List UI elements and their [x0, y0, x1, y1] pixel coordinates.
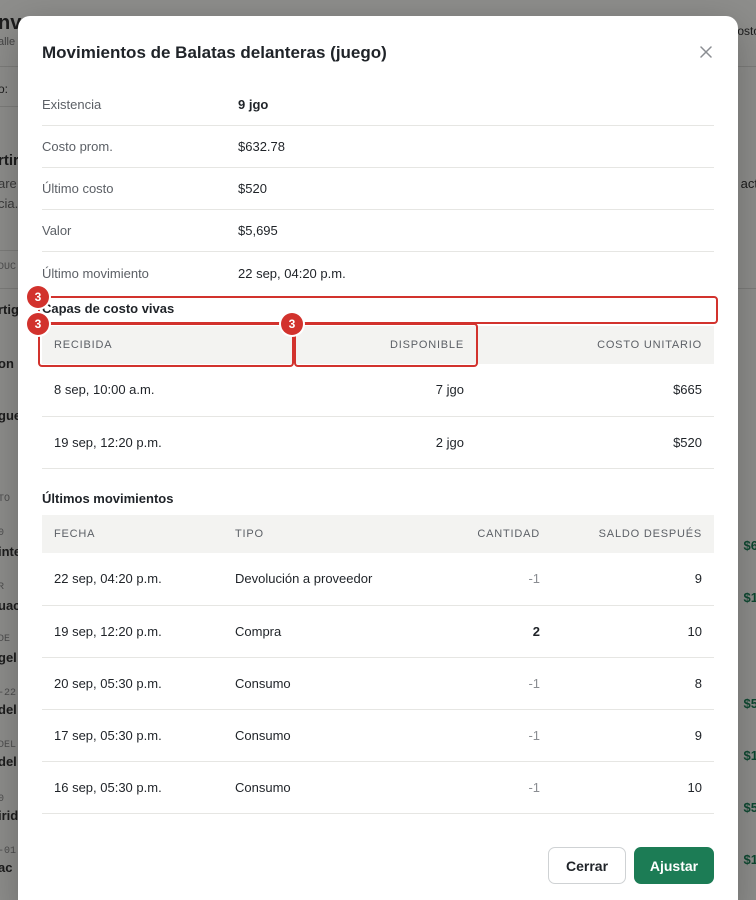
info-row-valor: Valor $5,695 [42, 210, 714, 252]
annotation-box [294, 323, 478, 367]
info-row-costo-prom: Costo prom. $632.78 [42, 126, 714, 168]
column-header-costo-unitario[interactable]: Costo unitario [476, 326, 714, 364]
movement-date: 22 sep, 04:20 p.m. [42, 553, 223, 606]
layer-available: 7 jgo [292, 364, 476, 417]
info-value: $520 [238, 181, 267, 196]
info-row-ultimo-movimiento: Último movimiento 22 sep, 04:20 p.m. [42, 252, 714, 294]
table-row: 16 sep, 05:30 p.m. Consumo -1 10 [42, 761, 714, 814]
movement-qty: 2 [419, 605, 552, 658]
movement-balance: 8 [552, 657, 714, 710]
info-value: 22 sep, 04:20 p.m. [238, 265, 346, 281]
ajustar-button[interactable]: Ajustar [634, 847, 714, 884]
annotation-badge: 3 [281, 313, 303, 335]
close-button[interactable] [696, 42, 716, 62]
movement-type: Compra [223, 605, 419, 658]
info-row-ultimo-costo: Último costo $520 [42, 168, 714, 210]
column-header-saldo-despues[interactable]: Saldo después [552, 515, 714, 553]
table-row: 19 sep, 12:20 p.m. Compra 2 10 [42, 605, 714, 658]
annotation-box [38, 323, 294, 367]
annotation-badge: 3 [27, 286, 49, 308]
annotation-badge: 3 [27, 313, 49, 335]
column-header-cantidad[interactable]: Cantidad [419, 515, 552, 553]
info-value: $632.78 [238, 139, 285, 154]
summary-info: Existencia 9 jgo Costo prom. $632.78 Últ… [42, 84, 714, 294]
movement-balance: 9 [552, 553, 714, 606]
movement-balance: 10 [552, 605, 714, 658]
close-icon [700, 46, 712, 58]
layer-received: 8 sep, 10:00 a.m. [42, 364, 292, 417]
info-value: $5,695 [238, 223, 278, 238]
layer-cost: $520 [476, 416, 714, 469]
info-label: Último costo [42, 181, 114, 196]
movements-table: Fecha Tipo Cantidad Saldo después 22 sep… [42, 515, 714, 814]
table-header-row: Fecha Tipo Cantidad Saldo después [42, 515, 714, 553]
movements-dialog: Movimientos de Balatas delanteras (juego… [18, 16, 738, 900]
table-row: 22 sep, 04:20 p.m. Devolución a proveedo… [42, 553, 714, 606]
layer-available: 2 jgo [292, 416, 476, 469]
movement-date: 19 sep, 12:20 p.m. [42, 605, 223, 658]
info-label: Último movimiento [42, 265, 149, 281]
movement-type: Consumo [223, 657, 419, 710]
dialog-title: Movimientos de Balatas delanteras (juego… [42, 43, 387, 62]
movement-type: Consumo [223, 761, 419, 814]
column-header-tipo[interactable]: Tipo [223, 515, 419, 553]
cerrar-button[interactable]: Cerrar [548, 847, 626, 884]
movements-title: Últimos movimientos [42, 491, 174, 506]
info-label: Costo prom. [42, 139, 113, 154]
movement-date: 16 sep, 05:30 p.m. [42, 761, 223, 814]
movement-qty: -1 [419, 709, 552, 762]
movement-date: 20 sep, 05:30 p.m. [42, 657, 223, 710]
info-label: Existencia [42, 97, 102, 112]
movement-date: 17 sep, 05:30 p.m. [42, 709, 223, 762]
movement-balance: 9 [552, 709, 714, 762]
layer-cost: $665 [476, 364, 714, 417]
table-row: 19 sep, 12:20 p.m. 2 jgo $520 [42, 416, 714, 469]
table-row: 17 sep, 05:30 p.m. Consumo -1 9 [42, 709, 714, 762]
movement-type: Consumo [223, 709, 419, 762]
table-row: 8 sep, 10:00 a.m. 7 jgo $665 [42, 364, 714, 417]
info-value: 9 jgo [238, 97, 269, 112]
column-header-fecha[interactable]: Fecha [42, 515, 223, 553]
movement-qty: -1 [419, 553, 552, 606]
movement-type: Devolución a proveedor [223, 553, 419, 606]
annotation-box [38, 296, 718, 324]
movement-qty: -1 [419, 761, 552, 814]
info-row-existencia: Existencia 9 jgo [42, 84, 714, 126]
info-label: Valor [42, 223, 72, 238]
movement-qty: -1 [419, 657, 552, 710]
table-row: 20 sep, 05:30 p.m. Consumo -1 8 [42, 657, 714, 710]
layer-received: 19 sep, 12:20 p.m. [42, 416, 292, 469]
movement-balance: 10 [552, 761, 714, 814]
